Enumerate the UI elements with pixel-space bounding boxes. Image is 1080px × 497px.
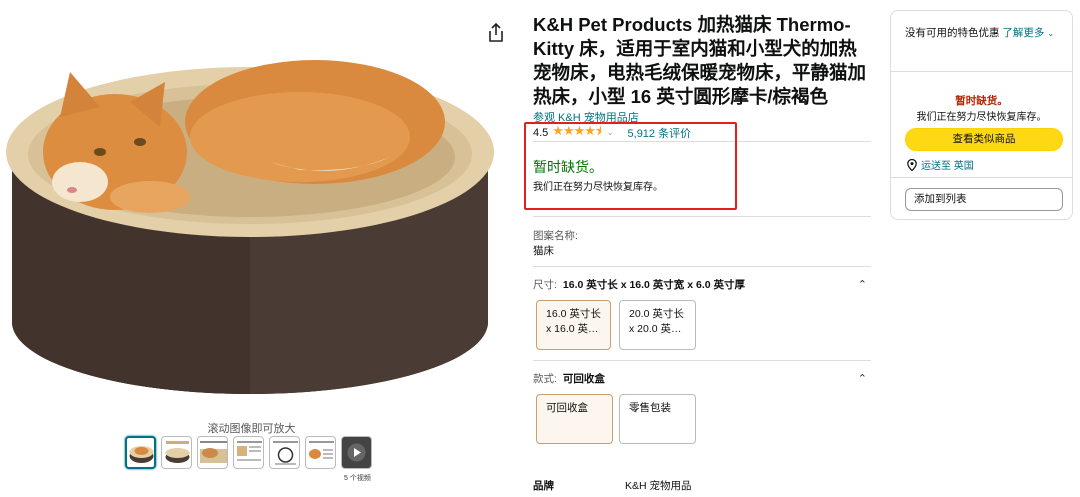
style-option-recyclable-box[interactable]: 可回收盒 (536, 394, 613, 444)
size-option-16[interactable]: 16.0 英寸长 x 16.0 英… (536, 300, 611, 350)
divider (891, 177, 1072, 178)
buybox-availability-message: 我们正在努力尽快恢复库存。 (916, 112, 1047, 123)
divider (533, 216, 871, 217)
rating-value: 4.5 (533, 126, 549, 139)
rating-row: 4.5 ★★★★⯨ ⌄ 5,912 条评价 (533, 123, 692, 141)
learn-more-link[interactable]: 了解更多 (1002, 27, 1044, 39)
share-icon[interactable] (486, 22, 506, 44)
buy-box: 没有可用的特色优惠 了解更多 ⌄ 暂时缺货。 我们正在努力尽快恢复库存。 查看类… (890, 10, 1073, 220)
divider (533, 266, 871, 267)
see-similar-button[interactable]: 查看类似商品 (905, 128, 1063, 151)
size-option-line: x 20.0 英… (629, 323, 682, 335)
brand-label: 品牌 (533, 480, 554, 492)
divider (533, 141, 871, 142)
availability-message: 我们正在努力尽快恢复库存。 (533, 182, 663, 193)
thumbnail-3[interactable] (197, 436, 228, 469)
buybox-availability-status: 暂时缺货。 (955, 95, 1008, 107)
pattern-label: 图案名称: (533, 230, 578, 242)
divider (533, 360, 871, 361)
style-option-label: 可回收盒 (546, 402, 588, 414)
chevron-down-icon[interactable]: ⌄ (607, 128, 614, 137)
add-to-list-button[interactable]: 添加到列表 (905, 188, 1063, 211)
style-label: 款式: (533, 373, 557, 385)
chevron-down-icon[interactable]: ⌄ (1047, 29, 1054, 38)
chevron-up-icon[interactable]: ⌃ (858, 372, 867, 385)
availability-status: 暂时缺货。 (533, 159, 603, 175)
size-label: 尺寸: (533, 279, 557, 291)
offer-row: 没有可用的特色优惠 了解更多 ⌄ (905, 25, 1054, 40)
product-title: K&H Pet Products 加热猫床 Thermo-Kitty 床，适用于… (533, 14, 867, 107)
thumbnail-1[interactable] (125, 436, 156, 469)
main-product-image[interactable] (0, 12, 500, 407)
style-option-retail-package[interactable]: 零售包装 (619, 394, 696, 444)
brand-value: K&H 宠物用品 (625, 480, 692, 492)
style-option-label: 零售包装 (629, 402, 671, 414)
deliver-to-label: 运送至 英国 (921, 161, 974, 172)
size-value: 16.0 英寸长 x 16.0 英寸宽 x 6.0 英寸厚 (562, 279, 745, 291)
divider (891, 71, 1072, 72)
size-option-line: 20.0 英寸长 (629, 308, 684, 320)
size-section-header[interactable]: 尺寸: 16.0 英寸长 x 16.0 英寸宽 x 6.0 英寸厚 ⌃ (533, 277, 871, 292)
video-count: 5 个视频 (344, 475, 371, 482)
size-option-20[interactable]: 20.0 英寸长 x 20.0 英… (619, 300, 696, 350)
deliver-to-link[interactable]: 运送至 英国 (907, 157, 974, 172)
size-option-line: 16.0 英寸长 (546, 308, 601, 320)
chevron-up-icon[interactable]: ⌃ (858, 278, 867, 291)
thumbnail-2[interactable] (161, 436, 192, 469)
thumbnail-4[interactable] (233, 436, 264, 469)
thumbnail-6[interactable] (305, 436, 336, 469)
location-pin-icon (907, 158, 917, 171)
review-count-link[interactable]: 5,912 条评价 (628, 125, 692, 141)
zoom-hint: 滚动图像即可放大 (207, 423, 296, 435)
thumbnail-video[interactable] (341, 436, 372, 469)
size-option-line: x 16.0 英… (546, 323, 599, 335)
thumbnail-strip (125, 436, 372, 469)
style-value: 可回收盒 (562, 373, 605, 385)
style-section-header[interactable]: 款式: 可回收盒 ⌃ (533, 371, 871, 386)
offer-text: 没有可用的特色优惠 (905, 27, 1000, 39)
thumbnail-5[interactable] (269, 436, 300, 469)
pattern-value: 猫床 (533, 245, 554, 257)
image-gallery: 滚动图像即可放大 5 个视频 (0, 0, 503, 497)
